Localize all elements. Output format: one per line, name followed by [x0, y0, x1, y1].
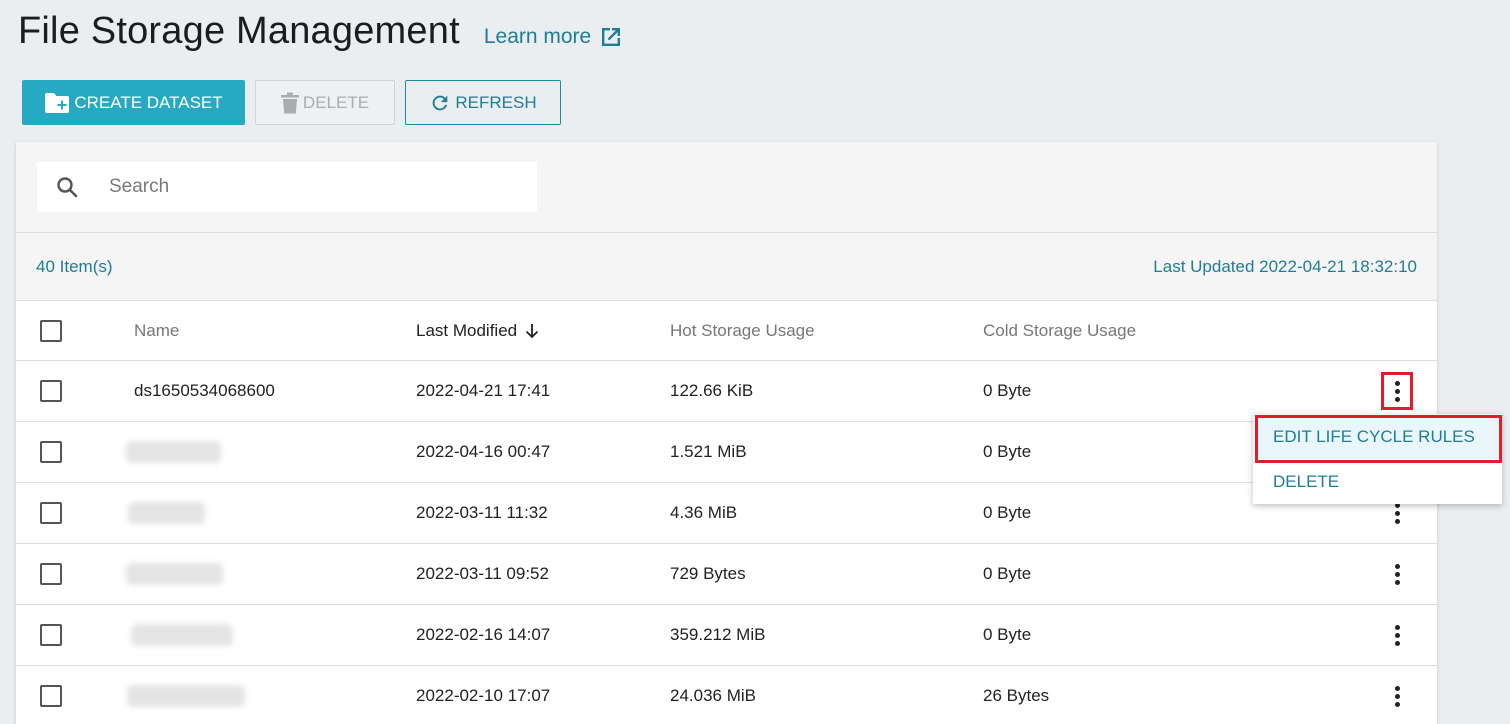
refresh-icon: [429, 92, 451, 114]
select-all-checkbox[interactable]: [40, 319, 62, 342]
delete-button[interactable]: DELETE: [255, 80, 395, 125]
dataset-name-redacted: [126, 441, 221, 463]
hot-storage-cell: 1.521 MiB: [670, 442, 747, 461]
last-modified-cell: 2022-02-10 17:07: [416, 686, 551, 705]
row-checkbox[interactable]: [40, 624, 62, 646]
column-header-name[interactable]: Name: [134, 321, 179, 341]
more-options-icon[interactable]: [1386, 619, 1408, 651]
toolbar: CREATE DATASET DELETE REFRESH: [22, 80, 561, 125]
cold-storage-cell: 0 Byte: [983, 442, 1032, 461]
last-modified-cell: 2022-04-21 17:41: [416, 381, 551, 400]
dataset-name-redacted: [128, 502, 205, 524]
info-bar: 40 Item(s) Last Updated 2022-04-21 18:32…: [16, 233, 1437, 301]
dataset-name[interactable]: ds1650534068600: [134, 381, 275, 401]
last-modified-cell: 2022-03-11 11:32: [416, 503, 548, 522]
last-modified-cell: 2022-03-11 09:52: [416, 564, 549, 583]
row-checkbox[interactable]: [40, 563, 62, 585]
more-options-icon[interactable]: [1386, 680, 1408, 712]
search-box[interactable]: [37, 162, 537, 212]
external-link-icon: [602, 28, 621, 46]
item-count: 40 Item(s): [36, 256, 113, 276]
column-header-last-modified[interactable]: Last Modified: [416, 321, 541, 341]
column-header-last-modified-label: Last Modified: [416, 320, 518, 340]
menu-item-highlight-box: [1255, 415, 1502, 463]
learn-more-label: Learn more: [483, 25, 592, 48]
last-modified-cell: 2022-02-16 14:07: [416, 625, 551, 644]
hot-storage-cell: 24.036 MiB: [670, 686, 756, 705]
table-row[interactable]: 2022-03-11 11:32 4.36 MiB 0 Byte: [16, 483, 1437, 544]
row-checkbox[interactable]: [40, 441, 62, 463]
search-input[interactable]: [109, 176, 489, 198]
table-row[interactable]: 2022-04-16 00:47 1.521 MiB 0 Byte: [16, 422, 1437, 483]
hot-storage-cell: 122.66 KiB: [670, 381, 754, 400]
folder-add-icon: [44, 92, 70, 114]
search-area: [16, 142, 1437, 233]
table-header-row: Name Last Modified Hot Storage Usage Col…: [16, 301, 1437, 361]
table-row[interactable]: 2022-03-11 09:52 729 Bytes 0 Byte: [16, 544, 1437, 605]
row-checkbox[interactable]: [40, 502, 62, 524]
last-modified-cell: 2022-04-16 00:47: [416, 442, 551, 461]
table-row[interactable]: ds1650534068600 2022-04-21 17:41 122.66 …: [16, 361, 1437, 422]
cold-storage-cell: 0 Byte: [983, 564, 1032, 583]
row-checkbox[interactable]: [40, 685, 62, 707]
more-options-icon[interactable]: [1386, 558, 1408, 590]
delete-label: DELETE: [302, 92, 370, 112]
hot-storage-cell: 4.36 MiB: [670, 503, 738, 522]
cold-storage-cell: 0 Byte: [983, 625, 1032, 644]
refresh-label: REFRESH: [455, 92, 537, 112]
table-row[interactable]: 2022-02-16 14:07 359.212 MiB 0 Byte: [16, 605, 1437, 666]
row-checkbox[interactable]: [40, 380, 62, 402]
dataset-name-redacted: [131, 624, 233, 646]
dataset-table: Name Last Modified Hot Storage Usage Col…: [16, 301, 1437, 724]
kebab-highlight-box: [1381, 372, 1413, 410]
trash-icon: [280, 92, 299, 114]
cold-storage-cell: 0 Byte: [983, 503, 1032, 522]
sort-descending-icon: [525, 323, 539, 338]
column-header-hot-storage[interactable]: Hot Storage Usage: [670, 321, 815, 341]
last-updated: Last Updated 2022-04-21 18:32:10: [1153, 256, 1417, 276]
dataset-name-redacted: [127, 685, 245, 707]
learn-more-link[interactable]: Learn more: [484, 25, 623, 49]
page-title: File Storage Management: [18, 10, 460, 52]
table-row[interactable]: 2022-02-10 17:07 24.036 MiB 26 Bytes: [16, 666, 1437, 724]
refresh-button[interactable]: REFRESH: [405, 80, 561, 125]
create-dataset-button[interactable]: CREATE DATASET: [22, 80, 245, 125]
dataset-name-redacted: [126, 563, 223, 585]
page-header: File Storage Management Learn more: [18, 10, 623, 53]
dataset-panel: 40 Item(s) Last Updated 2022-04-21 18:32…: [16, 142, 1437, 724]
cold-storage-cell: 0 Byte: [983, 381, 1032, 400]
column-header-cold-storage[interactable]: Cold Storage Usage: [983, 321, 1136, 341]
create-dataset-label: CREATE DATASET: [74, 92, 223, 112]
hot-storage-cell: 729 Bytes: [670, 564, 746, 583]
menu-item-delete[interactable]: DELETE: [1253, 459, 1502, 504]
cold-storage-cell: 26 Bytes: [983, 686, 1050, 705]
search-icon: [55, 175, 79, 199]
hot-storage-cell: 359.212 MiB: [670, 625, 766, 644]
